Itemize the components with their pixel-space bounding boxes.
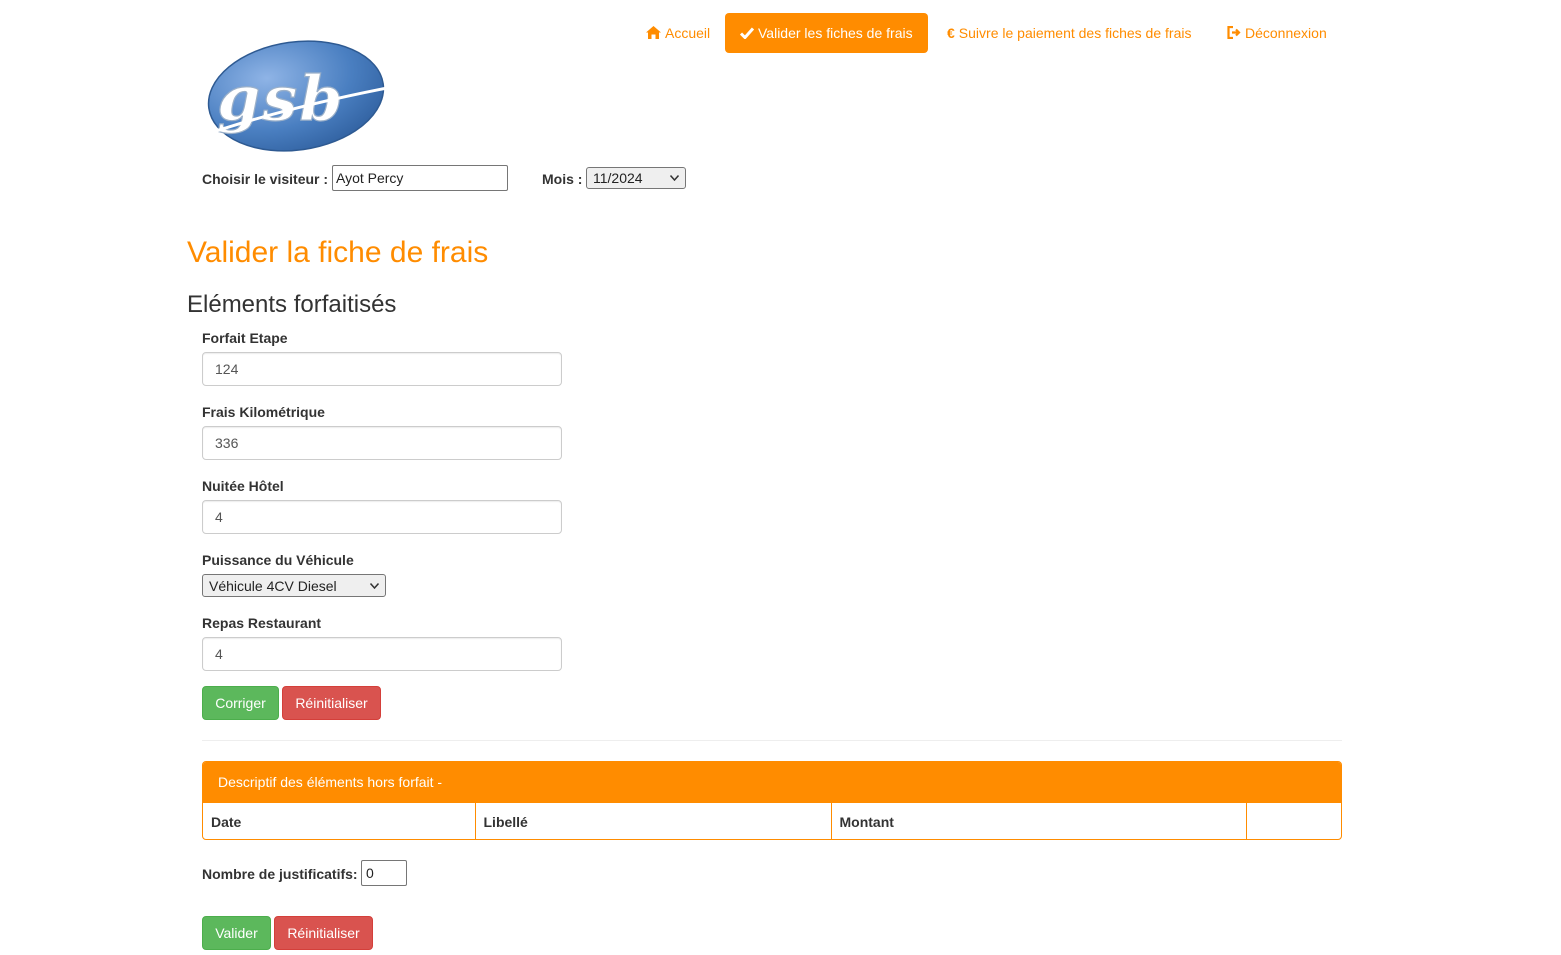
nuitee-hotel-input[interactable] <box>202 500 562 534</box>
vehicule-label: Puissance du Véhicule <box>202 552 354 568</box>
justificatifs-label: Nombre de justificatifs: <box>202 866 358 882</box>
home-icon <box>646 13 661 53</box>
column-header-actions <box>1246 803 1341 839</box>
hors-forfait-panel: Descriptif des éléments hors forfait - D… <box>202 761 1342 840</box>
nav-suivre-link[interactable]: € Suivre le paiement des fiches de frais <box>932 13 1206 53</box>
mois-select-value: 11/2024 <box>593 170 643 186</box>
vehicule-select-value: Véhicule 4CV Diesel <box>209 577 337 594</box>
forfait-etape-label: Forfait Etape <box>202 330 288 346</box>
reinitialiser-forfait-button[interactable]: Réinitialiser <box>282 686 381 720</box>
justificatifs-input[interactable] <box>361 860 407 886</box>
nuitee-hotel-label: Nuitée Hôtel <box>202 478 284 494</box>
hors-forfait-table: Date Libellé Montant <box>203 803 1341 839</box>
nav-valider-label: Valider les fiches de frais <box>758 25 913 41</box>
column-header-libelle: Libellé <box>475 803 832 839</box>
hors-forfait-panel-title: Descriptif des éléments hors forfait - <box>203 762 1341 803</box>
frais-km-input[interactable] <box>202 426 562 460</box>
gsb-logo: gsb <box>205 38 390 156</box>
nav-suivre-label: Suivre le paiement des fiches de frais <box>958 25 1192 41</box>
column-header-montant: Montant <box>831 803 1247 839</box>
valider-button[interactable]: Valider <box>202 916 271 950</box>
corriger-button[interactable]: Corriger <box>202 686 279 720</box>
reinitialiser-button[interactable]: Réinitialiser <box>274 916 373 950</box>
chevron-down-icon <box>369 581 380 591</box>
visitor-input[interactable] <box>332 165 508 191</box>
check-icon <box>739 13 755 53</box>
repas-restaurant-input[interactable] <box>202 637 562 671</box>
nav-accueil-label: Accueil <box>665 25 711 41</box>
frais-km-label: Frais Kilométrique <box>202 404 325 420</box>
section-title: Eléments forfaitisés <box>187 291 397 318</box>
mois-label: Mois : <box>542 171 583 187</box>
forfait-etape-input[interactable] <box>202 352 562 386</box>
column-header-date: Date <box>203 803 476 839</box>
mois-select[interactable]: 11/2024 <box>586 167 686 189</box>
visitor-label: Choisir le visiteur : <box>202 171 329 187</box>
repas-restaurant-label: Repas Restaurant <box>202 615 322 631</box>
vehicule-select[interactable]: Véhicule 4CV Diesel <box>202 574 386 597</box>
divider <box>202 740 1342 741</box>
logout-icon <box>1227 13 1241 53</box>
nav-accueil-link[interactable]: Accueil <box>631 13 725 53</box>
euro-icon: € <box>947 25 955 41</box>
nav-valider-link[interactable]: Valider les fiches de frais <box>725 13 928 53</box>
nav-deconnexion-link[interactable]: Déconnexion <box>1212 13 1342 53</box>
chevron-down-icon <box>669 173 680 183</box>
table-header-row: Date Libellé Montant <box>203 803 1341 839</box>
nav-deconnexion-label: Déconnexion <box>1245 25 1327 41</box>
page-title: Valider la fiche de frais <box>187 236 489 269</box>
